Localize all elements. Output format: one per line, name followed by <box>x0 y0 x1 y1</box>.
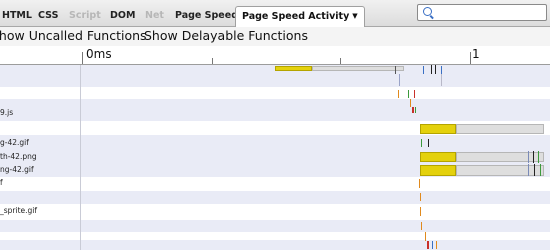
tab-net[interactable]: Net <box>145 9 164 23</box>
row-name: f <box>0 178 3 187</box>
table-row[interactable] <box>0 191 550 204</box>
activity-marker <box>432 241 433 249</box>
activity-marker <box>428 139 429 147</box>
show-uncalled-functions-button[interactable]: Show Uncalled Functions <box>0 28 147 44</box>
ruler-tick <box>82 52 83 64</box>
table-row[interactable]: 9.js <box>0 99 550 121</box>
activity-bar-load <box>275 66 312 71</box>
search-input[interactable] <box>417 4 547 21</box>
ruler-tick <box>470 52 471 64</box>
activity-options-bar: Show Uncalled Functions Show Delayable F… <box>0 27 550 46</box>
activity-marker <box>412 107 414 113</box>
table-row[interactable]: g-42.gif <box>0 135 550 150</box>
activity-marker <box>441 66 442 74</box>
tab-page-speed[interactable]: Page Speed <box>175 9 238 23</box>
activity-marker <box>540 164 541 176</box>
row-name: th-42.png <box>0 152 37 161</box>
activity-bar-wait <box>456 152 544 162</box>
activity-bar-wait <box>456 124 544 134</box>
ruler-tick <box>212 58 213 64</box>
table-row[interactable] <box>0 87 550 99</box>
page-speed-activity-panel: HTML CSS Script DOM Net Page Speed Page … <box>0 0 550 250</box>
tab-css[interactable]: CSS <box>38 9 58 23</box>
row-name: g-42.gif <box>0 138 29 147</box>
activity-marker <box>534 164 535 176</box>
activity-marker <box>441 74 442 86</box>
table-row[interactable]: f <box>0 177 550 191</box>
activity-marker <box>395 66 396 74</box>
row-name: 9.js <box>0 108 14 117</box>
activity-marker <box>419 179 420 188</box>
row-name: _sprite.gif <box>0 206 38 215</box>
table-row[interactable] <box>0 220 550 232</box>
activity-bar-load <box>420 165 456 176</box>
activity-bar-wait <box>312 66 404 71</box>
activity-marker <box>410 99 411 107</box>
activity-marker <box>533 151 534 163</box>
tab-dom[interactable]: DOM <box>110 9 135 23</box>
activity-marker <box>408 90 409 98</box>
activity-marker <box>431 65 432 74</box>
activity-marker <box>427 241 429 249</box>
table-row[interactable] <box>0 232 550 240</box>
activity-marker <box>528 164 529 176</box>
ruler-start-label: 0ms <box>86 47 112 61</box>
tab-script[interactable]: Script <box>69 9 101 23</box>
activity-marker <box>414 90 415 98</box>
activity-marker <box>420 207 421 216</box>
tab-html[interactable]: HTML <box>2 9 32 23</box>
ruler-end-label: 1 <box>472 47 480 61</box>
activity-marker <box>421 139 422 147</box>
time-ruler: 0ms 1 <box>0 46 550 65</box>
table-row[interactable] <box>0 240 550 250</box>
activity-bar-load <box>420 152 456 162</box>
activity-marker <box>435 65 436 74</box>
name-column-divider[interactable] <box>80 65 81 250</box>
activity-marker <box>528 151 529 163</box>
activity-marker <box>423 66 424 74</box>
activity-marker <box>420 193 421 201</box>
firebug-tab-toolbar: HTML CSS Script DOM Net Page Speed Page … <box>0 0 550 28</box>
activity-rows: 9.js g-42.gif th-42.png ng-42.gif f _spr… <box>0 65 550 250</box>
activity-bar-load <box>420 124 456 134</box>
activity-marker <box>421 222 422 230</box>
table-row[interactable]: _sprite.gif <box>0 204 550 220</box>
ruler-tick <box>340 58 341 64</box>
activity-marker <box>436 241 437 249</box>
activity-marker <box>425 232 426 241</box>
show-delayable-functions-button[interactable]: Show Delayable Functions <box>144 28 308 44</box>
activity-marker <box>415 107 416 113</box>
row-name: ng-42.gif <box>0 165 34 174</box>
activity-marker <box>399 74 400 86</box>
search-icon <box>423 7 432 16</box>
caret-down-icon[interactable]: ▼ <box>352 9 357 23</box>
tab-page-speed-activity[interactable]: Page Speed Activity ▼ <box>235 6 365 28</box>
activity-marker <box>398 90 399 98</box>
tab-page-speed-activity-label: Page Speed Activity <box>242 11 350 22</box>
activity-marker <box>538 151 539 163</box>
activity-bar-wait <box>456 165 544 176</box>
